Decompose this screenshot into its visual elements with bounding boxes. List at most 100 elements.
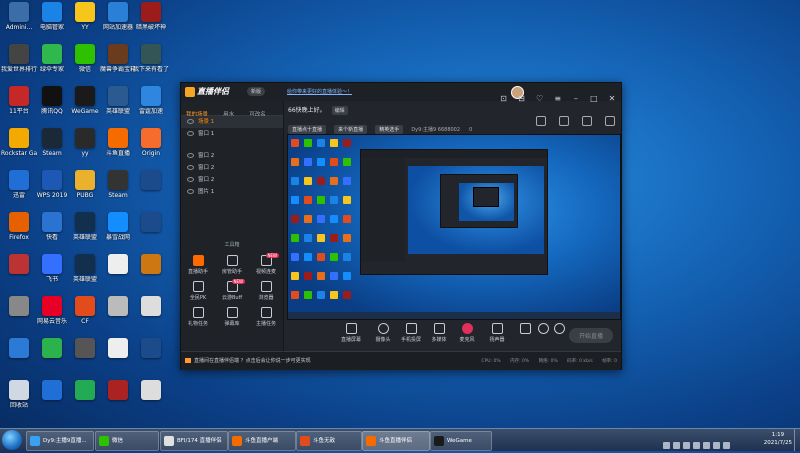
- scene-item[interactable]: 窗口 2: [181, 162, 283, 174]
- tray-icon[interactable]: [693, 442, 700, 449]
- screen-capture-button[interactable]: 直播屏幕: [338, 323, 364, 343]
- toolbox-item[interactable]: 视频连麦 NEW: [249, 253, 283, 277]
- eye-icon[interactable]: [187, 177, 194, 182]
- desktop-icon[interactable]: 我爱世界排行平台: [1, 44, 37, 82]
- taskbar-button[interactable]: 斗鱼直播户端: [228, 431, 296, 451]
- desktop-icon[interactable]: 斗鱼直播: [100, 128, 136, 166]
- desktop-icon[interactable]: [133, 212, 169, 250]
- input-method-icon[interactable]: [723, 442, 730, 449]
- scene-item[interactable]: 场景 1: [181, 116, 283, 128]
- desktop-icon[interactable]: 腾讯QQ: [34, 86, 70, 124]
- desktop-icon[interactable]: 我下来有看了..: [133, 44, 169, 82]
- scene-item[interactable]: 窗口 2: [181, 174, 283, 186]
- scene-item[interactable]: 图片 1: [181, 186, 283, 198]
- taskbar-button[interactable]: 微信: [95, 431, 159, 451]
- toolbox-item[interactable]: 浏览器: [249, 281, 283, 303]
- share-icon[interactable]: [605, 116, 615, 126]
- fullscreen-icon[interactable]: [535, 116, 546, 126]
- desktop-icon[interactable]: [34, 380, 70, 418]
- desktop-icon[interactable]: [34, 338, 70, 376]
- stream-preview[interactable]: [287, 134, 621, 320]
- microphone-button[interactable]: 麦克风: [454, 323, 480, 343]
- desktop-icon[interactable]: 暗黑破坏神: [133, 2, 169, 40]
- toolbox-item[interactable]: 全民PK: [181, 281, 215, 303]
- desktop-icon[interactable]: [133, 170, 169, 208]
- desktop-icon[interactable]: [67, 338, 103, 376]
- toolbox-item[interactable]: 房管助手: [215, 255, 249, 277]
- eye-icon[interactable]: [187, 165, 194, 170]
- desktop-icon[interactable]: [67, 380, 103, 418]
- speaker-button[interactable]: 扬声器: [484, 323, 510, 343]
- tray-icon[interactable]: [673, 442, 680, 449]
- taskbar-button[interactable]: BFI/174 直播伴侣: [160, 431, 228, 451]
- desktop-icon[interactable]: [133, 380, 169, 418]
- desktop-icon[interactable]: [100, 380, 136, 418]
- desktop-icon[interactable]: YY: [67, 2, 103, 40]
- desktop-icon[interactable]: [100, 296, 136, 334]
- eye-icon[interactable]: [187, 189, 194, 194]
- network-icon[interactable]: [703, 442, 710, 449]
- eye-icon[interactable]: [187, 153, 194, 158]
- desktop-icon[interactable]: 绿伞专家: [34, 44, 70, 82]
- desktop-icon[interactable]: [1, 254, 37, 292]
- desktop-icon[interactable]: 11平台: [1, 86, 37, 124]
- desktop-icon[interactable]: 电脑管家: [34, 2, 70, 40]
- record-icon[interactable]: [520, 323, 531, 336]
- desktop-icon[interactable]: 英雄联盟: [100, 86, 136, 124]
- clock[interactable]: 1:19 2021/7/25: [764, 431, 792, 447]
- edit-title-button[interactable]: 编辑: [331, 106, 348, 115]
- tag-item[interactable]: 来个新直播: [334, 125, 368, 134]
- tray-icon[interactable]: [683, 442, 690, 449]
- scene-item[interactable]: 窗口 2: [181, 150, 283, 162]
- phone-cast-button[interactable]: 手机投屏: [398, 323, 424, 343]
- refresh-icon[interactable]: [581, 116, 592, 126]
- notice-link[interactable]: 给你带来更好的直播体验～！: [287, 88, 352, 95]
- desktop-icon[interactable]: [100, 338, 136, 376]
- toolbox-item[interactable]: 云游Buff NEW: [215, 279, 249, 303]
- desktop-icon[interactable]: [1, 338, 37, 376]
- desktop-icon[interactable]: Steam: [34, 128, 70, 166]
- desktop-icon[interactable]: 雷霆加速: [133, 86, 169, 124]
- desktop-icon[interactable]: 网站加速器: [100, 2, 136, 40]
- media-button[interactable]: 多媒体: [426, 323, 452, 343]
- toolbox-item[interactable]: 弹幕库: [215, 307, 249, 329]
- taskbar-button[interactable]: 斗鱼无敌: [296, 431, 362, 451]
- desktop-icon[interactable]: WeGame: [67, 86, 103, 124]
- settings-icon[interactable]: [554, 323, 565, 336]
- desktop-icon[interactable]: 英雄联盟: [67, 254, 103, 292]
- desktop-icon[interactable]: 微信: [67, 44, 103, 82]
- toolbox-item[interactable]: 礼物任务: [181, 307, 215, 329]
- scene-item[interactable]: 窗口 1: [181, 128, 283, 140]
- go-live-button[interactable]: 开始直播: [568, 328, 613, 343]
- desktop-icon[interactable]: PUBG: [67, 170, 103, 208]
- preview-toggle-icon[interactable]: [538, 323, 549, 336]
- desktop-icon[interactable]: 网易云音乐: [34, 296, 70, 334]
- eye-icon[interactable]: [187, 119, 194, 124]
- toolbox-item[interactable]: 主播任务: [249, 307, 283, 329]
- desktop-icon[interactable]: Rockstar Games...: [1, 128, 37, 166]
- desktop-icon[interactable]: [100, 254, 136, 292]
- desktop-icon[interactable]: 暴雪战网: [100, 212, 136, 250]
- desktop-icon[interactable]: WPS 2019: [34, 170, 70, 208]
- desktop-icon[interactable]: [1, 296, 37, 334]
- desktop-icon[interactable]: [133, 254, 169, 292]
- desktop-icon[interactable]: 回收站: [1, 380, 37, 418]
- toolbox-item[interactable]: 直播助手: [181, 255, 215, 277]
- desktop-icon[interactable]: Steam: [100, 170, 136, 208]
- eye-icon[interactable]: [187, 131, 194, 136]
- desktop-icon[interactable]: Admini...: [1, 2, 37, 40]
- desktop-icon[interactable]: Firefox: [1, 212, 37, 250]
- desktop-icon[interactable]: 迅雷: [1, 170, 37, 208]
- desktop-icon[interactable]: CF: [67, 296, 103, 334]
- title-bar[interactable]: 直播伴侣 新版 给你带来更好的直播体验～！ ⊡ ⊟ ♡ ≡ – □ ✕: [181, 83, 621, 103]
- tray-icon[interactable]: [663, 442, 670, 449]
- start-button[interactable]: [2, 430, 22, 450]
- tag-item[interactable]: 直播点十直播: [288, 125, 327, 134]
- desktop-icon[interactable]: Origin: [133, 128, 169, 166]
- show-desktop-button[interactable]: [794, 429, 800, 451]
- desktop-icon[interactable]: 飞书: [34, 254, 70, 292]
- category-button[interactable]: 精英选手: [375, 125, 404, 134]
- layout-icon[interactable]: [558, 116, 569, 126]
- taskbar-button[interactable]: 斗鱼直播伴侣: [362, 431, 430, 451]
- desktop-icon[interactable]: yy: [67, 128, 103, 166]
